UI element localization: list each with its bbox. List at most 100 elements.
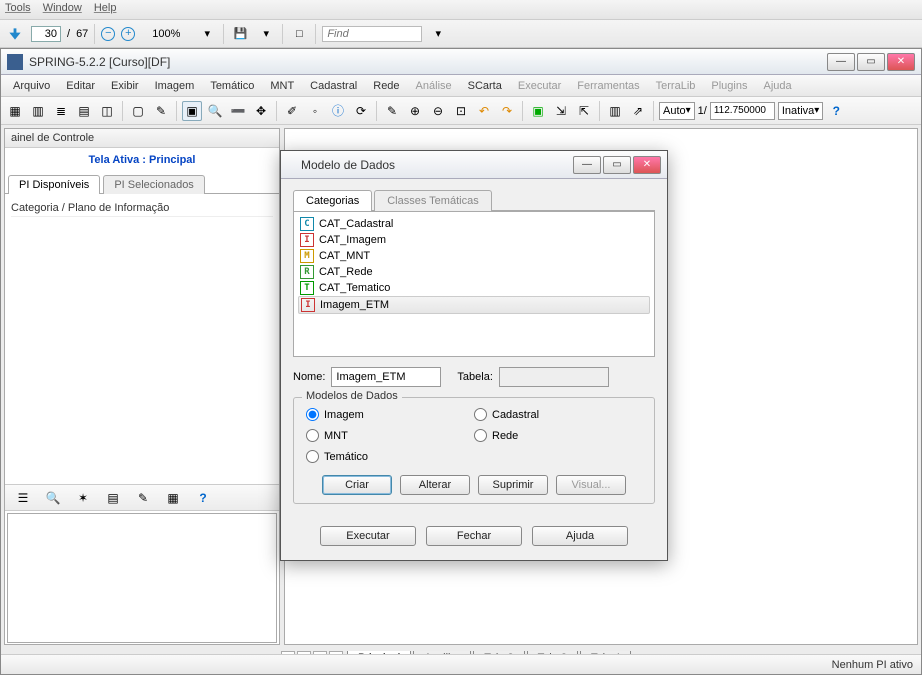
menu-scarta[interactable]: SCarta [462, 78, 508, 94]
measure-icon[interactable]: ✐ [282, 101, 302, 121]
find-input[interactable] [322, 26, 422, 42]
square-icon[interactable]: ▢ [128, 101, 148, 121]
dialog-maximize-button[interactable]: ▭ [603, 156, 631, 174]
palette-icon[interactable]: ◫ [97, 101, 117, 121]
menu-imagem[interactable]: Imagem [149, 78, 201, 94]
menu-window[interactable]: Window [43, 2, 82, 17]
zoom-minus-icon[interactable]: ⊖ [428, 101, 448, 121]
menu-analise[interactable]: Análise [410, 78, 458, 94]
radio-mnt[interactable]: MNT [306, 429, 474, 442]
list-item[interactable]: ICAT_Imagem [298, 232, 650, 248]
separator [176, 101, 177, 121]
compass-icon[interactable]: ⇗ [628, 101, 648, 121]
criar-button[interactable]: Criar [322, 475, 392, 495]
status-combo[interactable]: Inativa ▾ [778, 102, 823, 120]
zoom-plus-icon[interactable]: ⊕ [405, 101, 425, 121]
arrows-in-icon[interactable]: ⇱ [574, 101, 594, 121]
menu-help[interactable]: Help [94, 2, 117, 17]
pan-icon[interactable]: ✥ [251, 101, 271, 121]
menu-ferramentas[interactable]: Ferramentas [571, 78, 645, 94]
point-icon[interactable]: ✎ [151, 101, 171, 121]
radio-tematico[interactable]: Temático [306, 450, 474, 463]
zoom-dropdown-icon[interactable]: ▾ [197, 24, 217, 44]
list-icon[interactable]: ☰ [13, 488, 33, 508]
radio-rede[interactable]: Rede [474, 429, 642, 442]
log-area [7, 513, 277, 643]
alterar-button[interactable]: Alterar [400, 475, 470, 495]
list-item[interactable]: CCAT_Cadastral [298, 216, 650, 232]
zoom-in-icon[interactable]: + [121, 27, 135, 41]
help2-icon[interactable]: ? [193, 488, 213, 508]
draw-icon[interactable]: ✎ [382, 101, 402, 121]
list-item[interactable]: TCAT_Tematico [298, 280, 650, 296]
tela-ativa-link[interactable]: Tela Ativa : Principal [89, 154, 196, 166]
save-icon[interactable]: 💾 [230, 24, 250, 44]
tab-classes-tematicas[interactable]: Classes Temáticas [374, 190, 492, 211]
close-button[interactable]: ✕ [887, 53, 915, 71]
menu-arquivo[interactable]: Arquivo [7, 78, 56, 94]
menu-ajuda[interactable]: Ajuda [757, 78, 797, 94]
arrows-out-icon[interactable]: ⇲ [551, 101, 571, 121]
menu-cadastral[interactable]: Cadastral [304, 78, 363, 94]
zoom-out-icon[interactable]: ➖ [228, 101, 248, 121]
list-item[interactable]: RCAT_Rede [298, 264, 650, 280]
table-icon[interactable]: ▦ [163, 488, 183, 508]
suprimir-button[interactable]: Suprimir [478, 475, 548, 495]
category-list[interactable]: CCAT_CadastralICAT_ImagemMCAT_MNTRCAT_Re… [293, 211, 655, 357]
next-icon[interactable]: ↷ [497, 101, 517, 121]
menu-rede[interactable]: Rede [367, 78, 405, 94]
menu-exibir[interactable]: Exibir [105, 78, 145, 94]
menu-editar[interactable]: Editar [60, 78, 101, 94]
ruler-icon[interactable]: ▥ [605, 101, 625, 121]
nome-input[interactable] [331, 367, 441, 387]
zoom-out-icon[interactable]: − [101, 27, 115, 41]
find-icon[interactable]: 🔍 [43, 488, 63, 508]
dialog-minimize-button[interactable]: — [573, 156, 601, 174]
save-dropdown-icon[interactable]: ▾ [256, 24, 276, 44]
zoom-in-icon[interactable]: 🔍 [205, 101, 225, 121]
menu-mnt[interactable]: MNT [264, 78, 300, 94]
layers-icon[interactable]: ≣ [51, 101, 71, 121]
info-point-icon[interactable]: ◦ [305, 101, 325, 121]
cursor-icon[interactable]: ▣ [182, 101, 202, 121]
info-icon[interactable]: ⓘ [328, 101, 348, 121]
radio-imagem[interactable]: Imagem [306, 408, 474, 421]
refresh-icon[interactable]: ⟳ [351, 101, 371, 121]
zoom-extent-icon[interactable]: ⊡ [451, 101, 471, 121]
executar-button[interactable]: Executar [320, 526, 416, 546]
zoom-level-input[interactable] [141, 28, 191, 40]
menu-tools[interactable]: Tools [5, 2, 31, 17]
find-dropdown-icon[interactable]: ▾ [428, 24, 448, 44]
edit-icon[interactable]: ▤ [103, 488, 123, 508]
help-icon[interactable]: ? [826, 101, 846, 121]
radio-cadastral[interactable]: Cadastral [474, 408, 642, 421]
list-item[interactable]: IImagem_ETM [298, 296, 650, 314]
menu-terralib[interactable]: TerraLib [650, 78, 702, 94]
print-icon[interactable]: □ [289, 24, 309, 44]
db-icon[interactable]: ▦ [5, 101, 25, 121]
prev-icon[interactable]: ↶ [474, 101, 494, 121]
dialog-close-button[interactable]: ✕ [633, 156, 661, 174]
separator [276, 101, 277, 121]
minimize-button[interactable]: — [827, 53, 855, 71]
scale-input[interactable] [710, 102, 775, 120]
menu-tematico[interactable]: Temático [204, 78, 260, 94]
fechar-button[interactable]: Fechar [426, 526, 522, 546]
ajuda-button[interactable]: Ajuda [532, 526, 628, 546]
category-type-icon: T [300, 281, 314, 295]
tab-categorias[interactable]: Categorias [293, 190, 372, 211]
folder-icon[interactable]: ▥ [28, 101, 48, 121]
maximize-button[interactable]: ▭ [857, 53, 885, 71]
menu-plugins[interactable]: Plugins [705, 78, 753, 94]
list-item[interactable]: MCAT_MNT [298, 248, 650, 264]
grid-icon[interactable]: ▤ [74, 101, 94, 121]
page-current-input[interactable] [31, 26, 61, 42]
menu-executar[interactable]: Executar [512, 78, 567, 94]
tab-pi-selecionados[interactable]: PI Selecionados [103, 175, 205, 194]
page-down-icon[interactable] [5, 24, 25, 44]
tab-pi-disponiveis[interactable]: PI Disponíveis [8, 175, 100, 194]
pencil-icon[interactable]: ✎ [133, 488, 153, 508]
scale-mode-combo[interactable]: Auto ▾ [659, 102, 695, 120]
link-icon[interactable]: ▣ [528, 101, 548, 121]
prop-icon[interactable]: ✶ [73, 488, 93, 508]
